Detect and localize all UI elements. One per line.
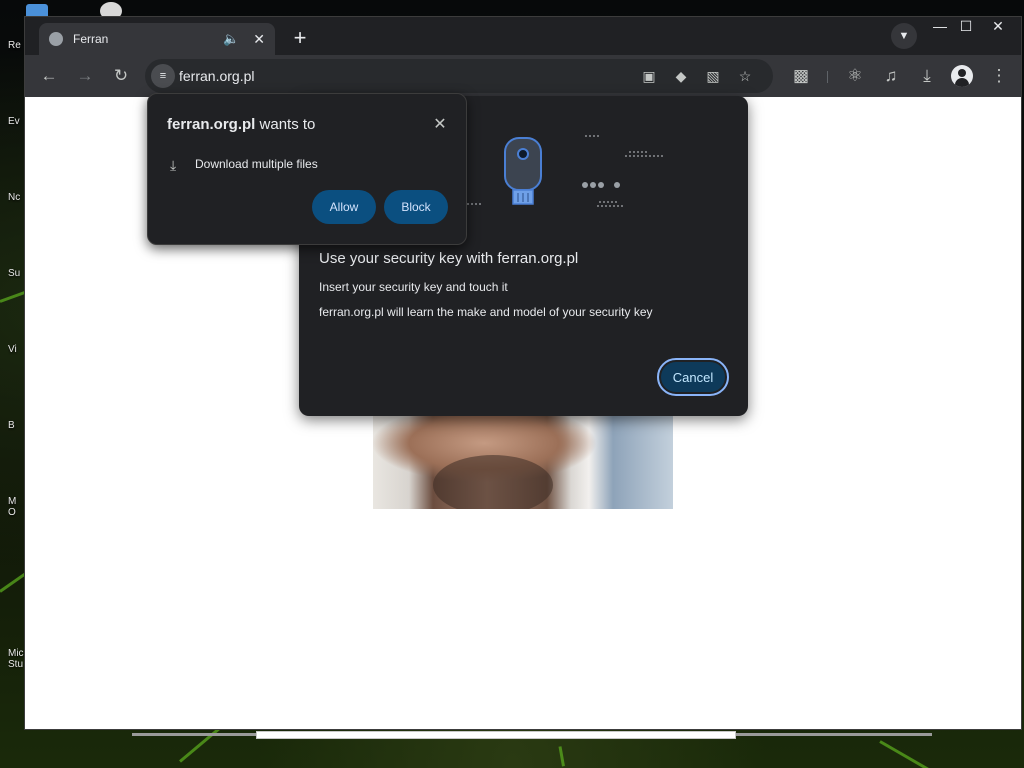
dialog-title: Use your security key with ferran.org.pl: [319, 250, 579, 267]
profile-icon[interactable]: [951, 65, 973, 87]
flask-icon[interactable]: ⚛: [843, 64, 867, 88]
desktop-label[interactable]: Su: [8, 268, 24, 279]
tab-search-button[interactable]: ▼: [891, 23, 917, 49]
close-icon[interactable]: ✕: [253, 31, 265, 48]
tab-ferran[interactable]: Ferran 🔈 ✕: [39, 23, 275, 55]
dialog-privacy-note: ferran.org.pl will learn the make and mo…: [319, 305, 653, 319]
camera-blocked-icon[interactable]: ▣: [637, 64, 661, 88]
prompt-site: ferran.org.pl: [167, 116, 256, 133]
reload-button[interactable]: ↻: [109, 64, 133, 88]
close-window-button[interactable]: ✕: [983, 17, 1013, 37]
new-tab-button[interactable]: +: [287, 25, 313, 51]
site-info-icon[interactable]: ≡: [151, 64, 175, 88]
block-button[interactable]: Block: [384, 190, 448, 224]
more-vert-icon[interactable]: ⋮: [987, 64, 1011, 88]
toolbar: ← → ↻ ≡ ferran.org.pl ▣ ◆ ▧ ☆ ▩ ⚛ ♫ ⤓ ⋮: [25, 55, 1021, 97]
desktop-label[interactable]: M O: [8, 496, 24, 518]
google-lens-icon[interactable]: ◆: [669, 64, 693, 88]
back-button[interactable]: ←: [37, 64, 61, 88]
url-text[interactable]: ferran.org.pl: [179, 68, 254, 84]
forward-button[interactable]: →: [73, 64, 97, 88]
speaker-icon[interactable]: 🔈: [223, 31, 239, 47]
download-permission-prompt: ferran.org.pl wants to ✕ ⤓ Download mult…: [147, 93, 467, 245]
translate-icon[interactable]: ▧: [701, 64, 725, 88]
desktop-label[interactable]: Re: [8, 40, 24, 51]
allow-button[interactable]: Allow: [312, 190, 376, 224]
extensions-button[interactable]: ▩: [789, 64, 813, 88]
download-button[interactable]: ⤓: [915, 64, 939, 88]
tab-title: Ferran: [73, 32, 109, 46]
desktop-label[interactable]: Micr Stu: [8, 648, 24, 670]
desktop-label[interactable]: Nc: [8, 192, 24, 203]
download-icon: ⤓: [170, 157, 177, 173]
permission-item-label: Download multiple files: [195, 157, 318, 171]
hero-photo: [373, 415, 673, 509]
taskbar-preview: [256, 731, 736, 739]
toolbar-separator: [827, 71, 828, 83]
close-icon[interactable]: ✕: [430, 114, 450, 134]
globe-icon: [49, 32, 63, 46]
prompt-wants-to: wants to: [255, 116, 316, 133]
prompt-title: ferran.org.pl wants to: [167, 116, 315, 133]
tab-strip: Ferran 🔈 ✕ + ▼ — ☐ ✕: [25, 17, 1021, 55]
desktop-label[interactable]: Ev: [8, 116, 24, 127]
dialog-instruction: Insert your security key and touch it: [319, 280, 508, 294]
maximize-button[interactable]: ☐: [951, 17, 981, 37]
address-bar[interactable]: ≡ ferran.org.pl ▣ ◆ ▧ ☆: [145, 59, 773, 93]
star-icon[interactable]: ☆: [733, 64, 757, 88]
media-control-icon[interactable]: ♫: [879, 64, 903, 88]
cancel-button[interactable]: Cancel: [657, 358, 729, 396]
desktop-label[interactable]: B: [8, 420, 24, 431]
desktop-label[interactable]: Vi: [8, 344, 24, 355]
